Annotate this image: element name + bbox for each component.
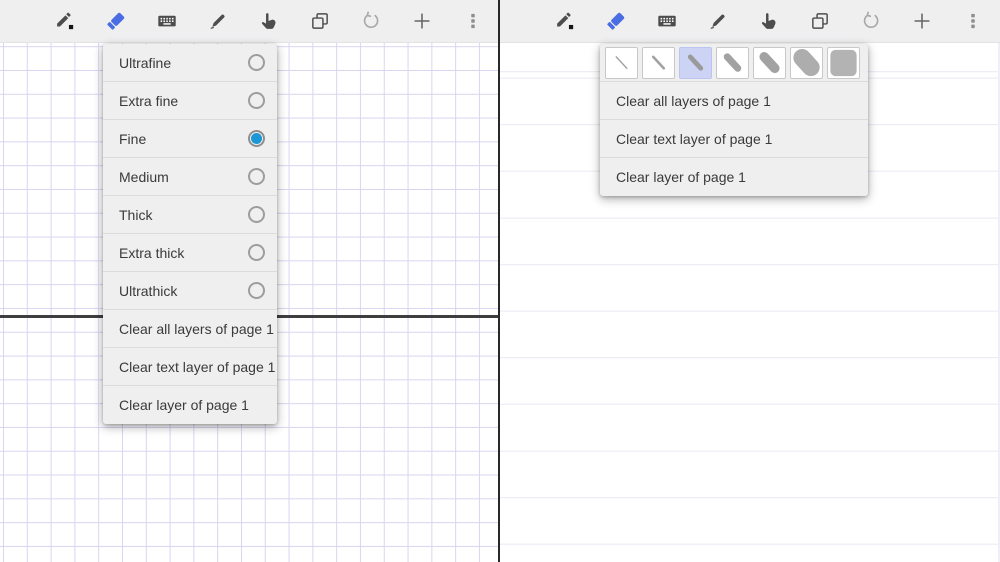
pen-icon: [207, 10, 229, 32]
pen-tool-button[interactable]: [699, 2, 737, 40]
menu-item-label: Clear layer of page 1: [119, 397, 265, 413]
menu-item-ultrathick[interactable]: Ultrathick: [103, 272, 277, 310]
menu-item-ultrafine[interactable]: Ultrafine: [103, 44, 277, 82]
menu-item-label: Clear layer of page 1: [616, 169, 856, 185]
overflow-dots-icon: [962, 10, 984, 32]
keyboard-tool-button[interactable]: [648, 2, 686, 40]
stroke-sample-icon: [718, 49, 747, 77]
pencil-icon: [54, 10, 76, 32]
stroke-width-swatch-5[interactable]: [753, 47, 786, 79]
menu-item-label: Clear text layer of page 1: [616, 131, 856, 147]
eraser-width-menu: Clear all layers of page 1 Clear text la…: [600, 44, 868, 196]
radio-extra-thick[interactable]: [248, 244, 265, 261]
menu-item-clear-layer[interactable]: Clear layer of page 1: [103, 386, 277, 424]
stroke-width-swatch-6[interactable]: [790, 47, 823, 79]
eraser-thickness-menu: Ultrafine Extra fine Fine Medium Thick E…: [103, 44, 277, 424]
stroke-sample-icon: [644, 49, 673, 77]
pencil-tool-button[interactable]: [46, 2, 84, 40]
stroke-width-swatch-row: [600, 44, 868, 82]
add-page-button[interactable]: [903, 2, 941, 40]
pencil-tool-button[interactable]: [546, 2, 584, 40]
stroke-sample-icon: [681, 49, 710, 77]
menu-item-medium[interactable]: Medium: [103, 158, 277, 196]
eraser-icon: [605, 10, 627, 32]
pen-tool-button[interactable]: [199, 2, 237, 40]
touch-hand-icon: [258, 10, 280, 32]
menu-item-thick[interactable]: Thick: [103, 196, 277, 234]
menu-item-clear-all-layers[interactable]: Clear all layers of page 1: [600, 82, 868, 120]
menu-item-label: Clear text layer of page 1: [119, 359, 275, 375]
undo-icon: [860, 10, 882, 32]
menu-item-extra-fine[interactable]: Extra fine: [103, 82, 277, 120]
stroke-width-swatch-1[interactable]: [605, 47, 638, 79]
eraser-tool-button[interactable]: [597, 2, 635, 40]
toolbar-right: [500, 0, 1000, 43]
menu-item-label: Extra fine: [119, 93, 240, 109]
touch-hand-icon: [758, 10, 780, 32]
menu-item-clear-all-layers[interactable]: Clear all layers of page 1: [103, 310, 277, 348]
radio-extra-fine[interactable]: [248, 92, 265, 109]
stroke-width-swatch-2[interactable]: [642, 47, 675, 79]
pages-icon: [809, 10, 831, 32]
right-note-panel: Clear all layers of page 1 Clear text la…: [500, 0, 1000, 562]
stroke-sample-icon: [607, 49, 636, 77]
menu-item-label: Thick: [119, 207, 240, 223]
eraser-icon: [105, 10, 127, 32]
stroke-width-swatch-4[interactable]: [716, 47, 749, 79]
menu-item-clear-layer[interactable]: Clear layer of page 1: [600, 158, 868, 196]
undo-button[interactable]: [852, 2, 890, 40]
stroke-sample-icon: [755, 49, 784, 77]
menu-item-clear-text-layer[interactable]: Clear text layer of page 1: [103, 348, 277, 386]
stroke-width-swatch-3-selected[interactable]: [679, 47, 712, 79]
pen-icon: [707, 10, 729, 32]
pencil-icon: [554, 10, 576, 32]
radio-fine-selected[interactable]: [248, 130, 265, 147]
undo-icon: [360, 10, 382, 32]
menu-item-clear-text-layer[interactable]: Clear text layer of page 1: [600, 120, 868, 158]
radio-thick[interactable]: [248, 206, 265, 223]
keyboard-icon: [656, 10, 678, 32]
touch-tool-button[interactable]: [750, 2, 788, 40]
toolbar-left: [0, 0, 500, 43]
menu-item-label: Clear all layers of page 1: [119, 321, 274, 337]
menu-item-label: Medium: [119, 169, 240, 185]
stroke-sample-icon: [792, 49, 821, 77]
menu-item-label: Ultrathick: [119, 283, 240, 299]
add-page-button[interactable]: [403, 2, 441, 40]
overflow-dots-icon: [462, 10, 484, 32]
touch-tool-button[interactable]: [250, 2, 288, 40]
stroke-width-swatch-7[interactable]: [827, 47, 860, 79]
pages-button[interactable]: [301, 2, 339, 40]
plus-icon: [911, 10, 933, 32]
menu-item-label: Clear all layers of page 1: [616, 93, 856, 109]
undo-button[interactable]: [352, 2, 390, 40]
menu-item-extra-thick[interactable]: Extra thick: [103, 234, 277, 272]
radio-medium[interactable]: [248, 168, 265, 185]
eraser-tool-button[interactable]: [97, 2, 135, 40]
left-note-panel: Ultrafine Extra fine Fine Medium Thick E…: [0, 0, 500, 562]
radio-ultrathick[interactable]: [248, 282, 265, 299]
menu-item-label: Extra thick: [119, 245, 240, 261]
radio-ultrafine[interactable]: [248, 54, 265, 71]
plus-icon: [411, 10, 433, 32]
menu-item-fine[interactable]: Fine: [103, 120, 277, 158]
overflow-menu-button[interactable]: [454, 2, 492, 40]
panel-divider: [498, 0, 500, 562]
menu-item-label: Ultrafine: [119, 55, 240, 71]
keyboard-tool-button[interactable]: [148, 2, 186, 40]
stroke-sample-icon: [829, 49, 858, 77]
keyboard-icon: [156, 10, 178, 32]
overflow-menu-button[interactable]: [954, 2, 992, 40]
pages-button[interactable]: [801, 2, 839, 40]
menu-item-label: Fine: [119, 131, 240, 147]
pages-icon: [309, 10, 331, 32]
